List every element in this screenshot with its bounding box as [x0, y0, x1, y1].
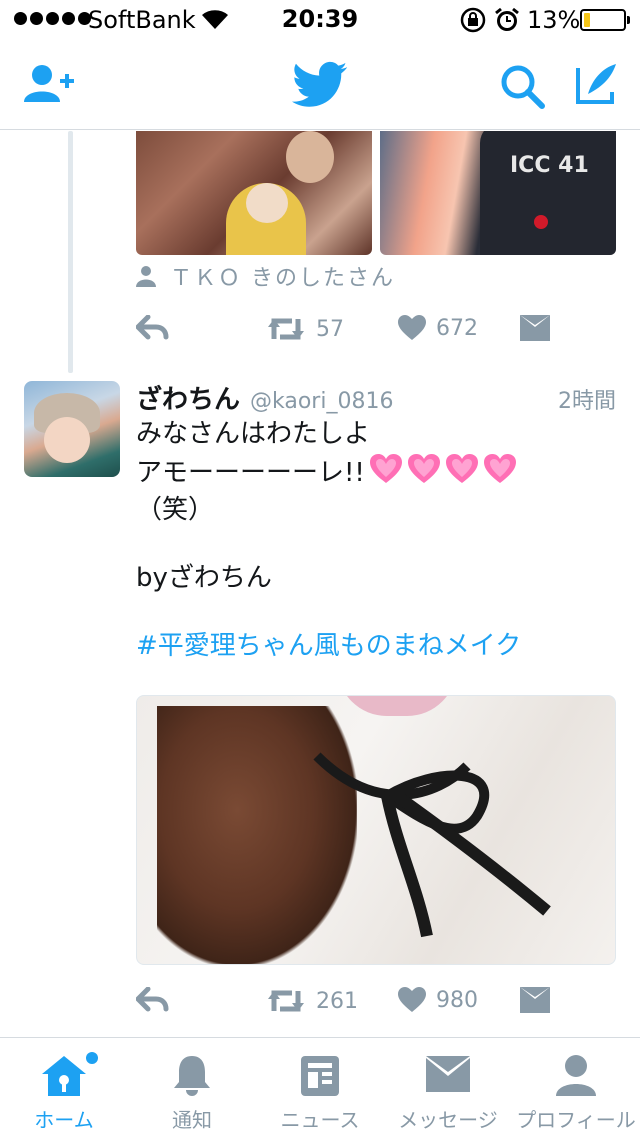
- battery-icon: [580, 9, 630, 31]
- avatar[interactable]: [24, 381, 120, 477]
- tweet-photo[interactable]: [136, 695, 616, 965]
- tab-label: プロフィール: [516, 1108, 636, 1132]
- bell-icon: [174, 1056, 210, 1096]
- tweet-line: みなさんはわたしよ: [136, 419, 371, 449]
- prev-tweet-actions: 57 672: [136, 315, 616, 351]
- envelope-icon: [520, 987, 550, 1013]
- tagged-user-name: ＴＫＯ きのしたさん: [170, 266, 395, 291]
- tweet-text: みなさんはわたしよ アモーーーーーレ!! （笑） byざわちん #平愛理ちゃん風…: [136, 415, 616, 665]
- compose-icon[interactable]: [574, 62, 618, 106]
- retweet-count: 57: [316, 316, 344, 342]
- heart-emojis: [369, 453, 517, 485]
- like-button[interactable]: 672: [398, 315, 478, 341]
- like-count: 980: [436, 987, 478, 1013]
- tweet-line-with-hearts: アモーーーーーレ!!: [136, 453, 616, 491]
- reply-button[interactable]: [136, 987, 170, 1013]
- alarm-icon: [495, 7, 519, 31]
- prev-tweet-photo-1[interactable]: [136, 131, 372, 255]
- prev-tweet-photo-2[interactable]: ICC 41: [380, 131, 616, 255]
- tweet-line: アモーーーーーレ!!: [136, 458, 365, 488]
- tweet-line: byざわちん: [136, 563, 272, 593]
- home-icon: [42, 1056, 86, 1096]
- envelope-icon: [520, 315, 550, 341]
- tab-label: 通知: [172, 1108, 212, 1132]
- hashtag-link[interactable]: #平愛理ちゃん風ものまねメイク: [136, 627, 616, 665]
- battery-percent: 13%: [527, 6, 581, 34]
- user-name[interactable]: ざわちん: [136, 379, 240, 416]
- tab-label: ニュース: [280, 1108, 360, 1132]
- twitter-bird-icon[interactable]: [292, 60, 348, 110]
- retweet-icon: [268, 990, 304, 1012]
- tab-home[interactable]: ホーム: [0, 1038, 128, 1136]
- person-icon: [136, 266, 156, 287]
- ribbon-graphic: [313, 752, 551, 938]
- nav-bar: [0, 40, 640, 130]
- tweet-time: 2時間: [558, 389, 616, 414]
- tweet-header: ざわちん @kaori_0816 2時間: [136, 379, 616, 416]
- rotation-lock-icon: [460, 7, 486, 33]
- heart-icon: [398, 315, 426, 340]
- like-count: 672: [436, 315, 478, 341]
- heart-emoji-icon: [483, 454, 516, 483]
- direct-message-button[interactable]: [520, 987, 550, 1013]
- reply-icon: [136, 987, 169, 1012]
- retweet-button[interactable]: 57: [266, 315, 344, 343]
- user-handle[interactable]: @kaori_0816: [250, 389, 393, 414]
- tab-bar: ホーム 通知 ニュース メッセージ プロフィール: [0, 1037, 640, 1136]
- timeline[interactable]: ICC 41 ＴＫＯ きのしたさん 57 672 ざわちん @kaori_081…: [0, 131, 640, 1037]
- tweet-line: （笑）: [136, 495, 215, 525]
- tab-news[interactable]: ニュース: [256, 1038, 384, 1136]
- heart-emoji-icon: [445, 454, 478, 483]
- retweet-icon: [268, 318, 304, 340]
- status-bar: SoftBank 20:39 13%: [0, 0, 640, 40]
- tagged-user-row[interactable]: ＴＫＯ きのしたさん: [136, 261, 395, 291]
- tab-profile[interactable]: プロフィール: [512, 1038, 640, 1136]
- search-icon[interactable]: [500, 64, 546, 110]
- direct-message-button[interactable]: [520, 315, 550, 341]
- news-icon: [301, 1056, 339, 1096]
- tweet-actions: 261 980: [136, 987, 616, 1023]
- thread-connector: [68, 131, 73, 373]
- new-content-dot: [86, 1052, 98, 1064]
- retweet-button[interactable]: 261: [266, 987, 358, 1015]
- tab-notifications[interactable]: 通知: [128, 1038, 256, 1136]
- tab-label: ホーム: [34, 1108, 94, 1132]
- heart-emoji-icon: [369, 454, 402, 483]
- reply-button[interactable]: [136, 315, 170, 341]
- reply-icon: [136, 315, 169, 340]
- tab-messages[interactable]: メッセージ: [384, 1038, 512, 1136]
- heart-emoji-icon: [407, 454, 440, 483]
- envelope-icon: [426, 1056, 470, 1092]
- retweet-count: 261: [316, 988, 358, 1014]
- like-button[interactable]: 980: [398, 987, 478, 1013]
- profile-icon: [556, 1055, 596, 1096]
- tab-label: メッセージ: [398, 1108, 498, 1132]
- heart-icon: [398, 987, 426, 1012]
- add-user-icon[interactable]: [24, 64, 76, 104]
